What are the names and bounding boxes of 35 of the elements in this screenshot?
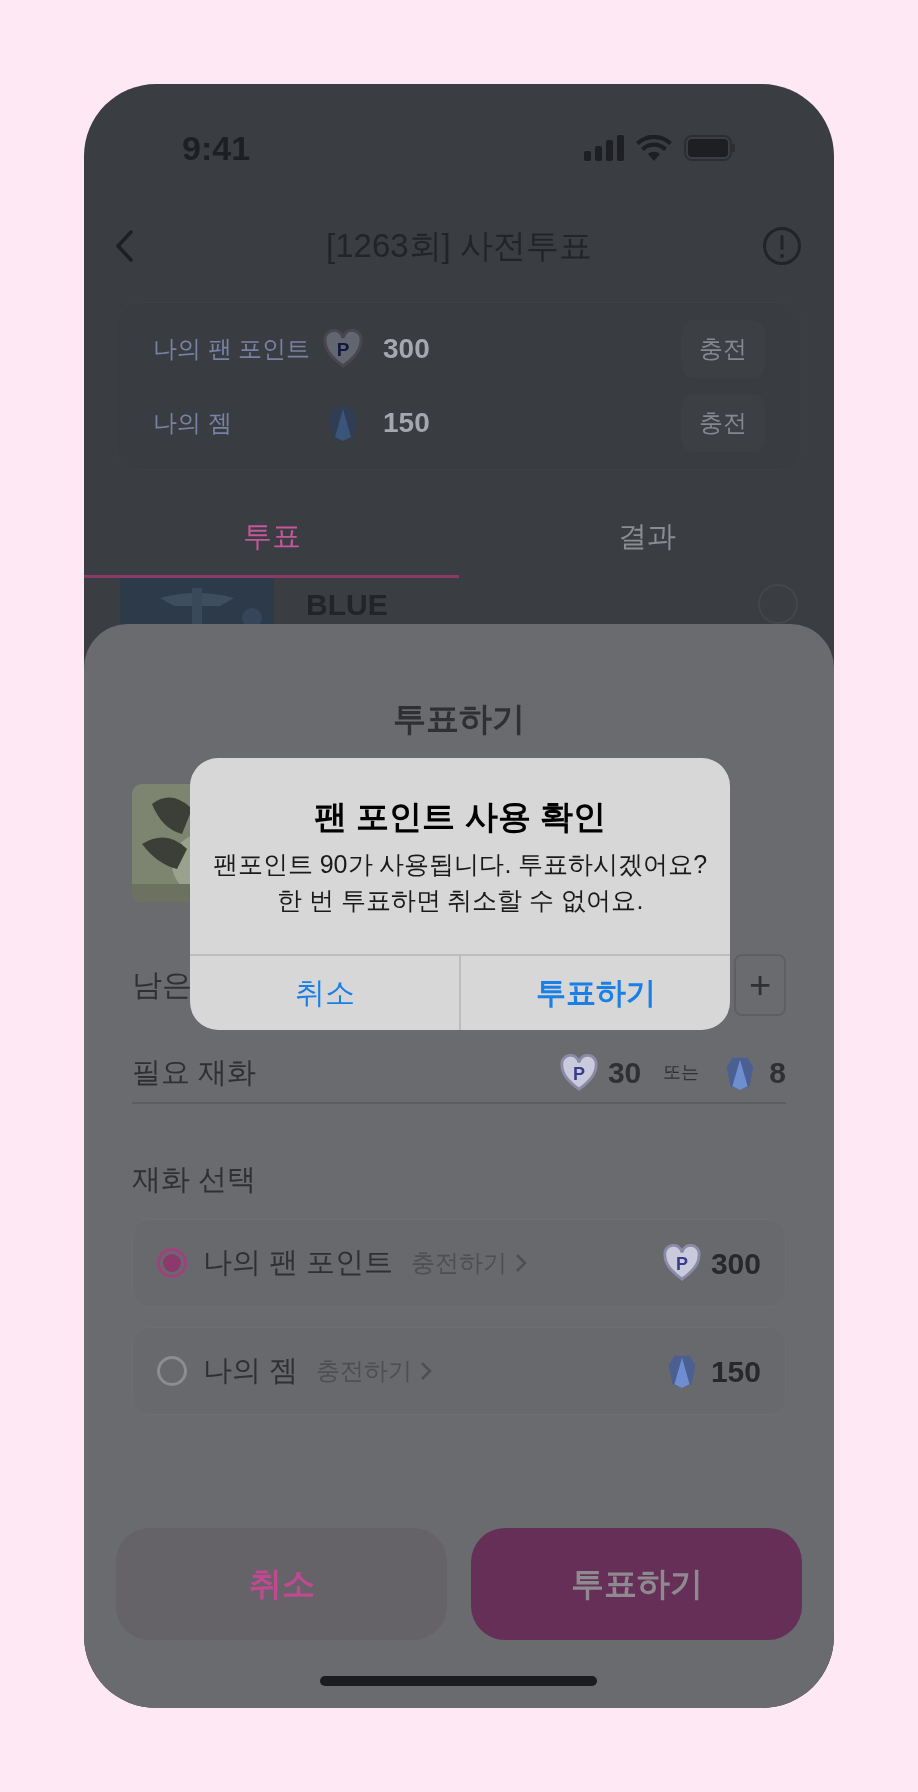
chevron-icon bbox=[515, 1253, 528, 1273]
dialog-message: 팬포인트 90가 사용됩니다. 투표하시겠어요? bbox=[212, 848, 708, 880]
option-amount: 300 bbox=[710, 1245, 761, 1282]
heart-coin-icon: P bbox=[559, 1053, 598, 1092]
back-icon[interactable] bbox=[114, 230, 134, 262]
section-title: 재화 선택 bbox=[132, 1161, 258, 1197]
cost-amount: 8 bbox=[769, 1055, 786, 1091]
vote-button[interactable]: 투표하기 bbox=[471, 1528, 802, 1640]
option-label: 나의 젬 bbox=[203, 1353, 299, 1389]
balance-label: 나의 젬 bbox=[153, 408, 233, 438]
balance-amount: 150 bbox=[383, 406, 430, 440]
dialog-button[interactable]: 취소 bbox=[190, 955, 459, 1030]
remaining-label: 남은 bbox=[132, 967, 192, 1003]
dialog-button[interactable]: 투표하기 bbox=[459, 955, 730, 1030]
heart-coin-icon: P bbox=[323, 329, 363, 369]
radio-button[interactable] bbox=[157, 1248, 187, 1278]
battery-icon bbox=[684, 135, 736, 161]
plus-button[interactable]: + bbox=[734, 953, 786, 1016]
separator-text: 또는 bbox=[663, 1061, 700, 1084]
cost-amount: 30 bbox=[607, 1055, 642, 1091]
signal-icon bbox=[584, 135, 624, 161]
tab[interactable]: 결과 bbox=[459, 498, 834, 578]
wifi-icon bbox=[636, 135, 672, 161]
option-amount: 150 bbox=[710, 1353, 761, 1390]
sheet-title: 투표하기 bbox=[393, 699, 525, 739]
chevron-icon bbox=[420, 1361, 433, 1381]
balance-amount: 300 bbox=[383, 332, 430, 366]
option-label: 나의 팬 포인트 bbox=[203, 1245, 394, 1281]
info-icon[interactable] bbox=[762, 226, 802, 266]
heart-coin-icon: P bbox=[662, 1244, 701, 1282]
cost-label: 필요 재화 bbox=[132, 1054, 257, 1090]
dialog-message: 한 번 투표하면 취소할 수 없어요. bbox=[276, 884, 644, 916]
radio-button[interactable] bbox=[157, 1356, 187, 1386]
balance-label: 나의 팬 포인트 bbox=[153, 334, 312, 364]
dialog-title: 팬 포인트 사용 확인 bbox=[314, 797, 606, 837]
